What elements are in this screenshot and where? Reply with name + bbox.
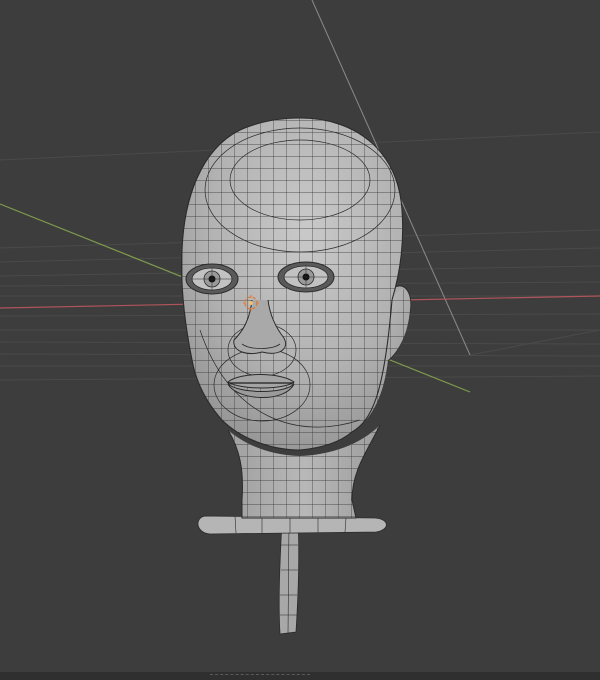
head-model[interactable] — [175, 110, 415, 635]
3d-viewport[interactable] — [0, 0, 600, 680]
scroll-indicator[interactable] — [210, 674, 310, 679]
viewport-canvas[interactable] — [0, 0, 600, 680]
left-eye — [185, 263, 239, 295]
viewport-bottom-bar — [0, 672, 600, 680]
neck-base-plate — [197, 515, 387, 535]
right-eye — [277, 261, 335, 293]
